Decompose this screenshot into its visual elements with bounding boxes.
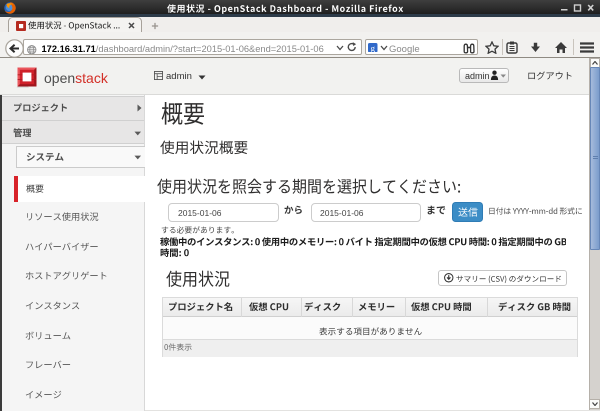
svg-text:g: g [371,43,376,53]
